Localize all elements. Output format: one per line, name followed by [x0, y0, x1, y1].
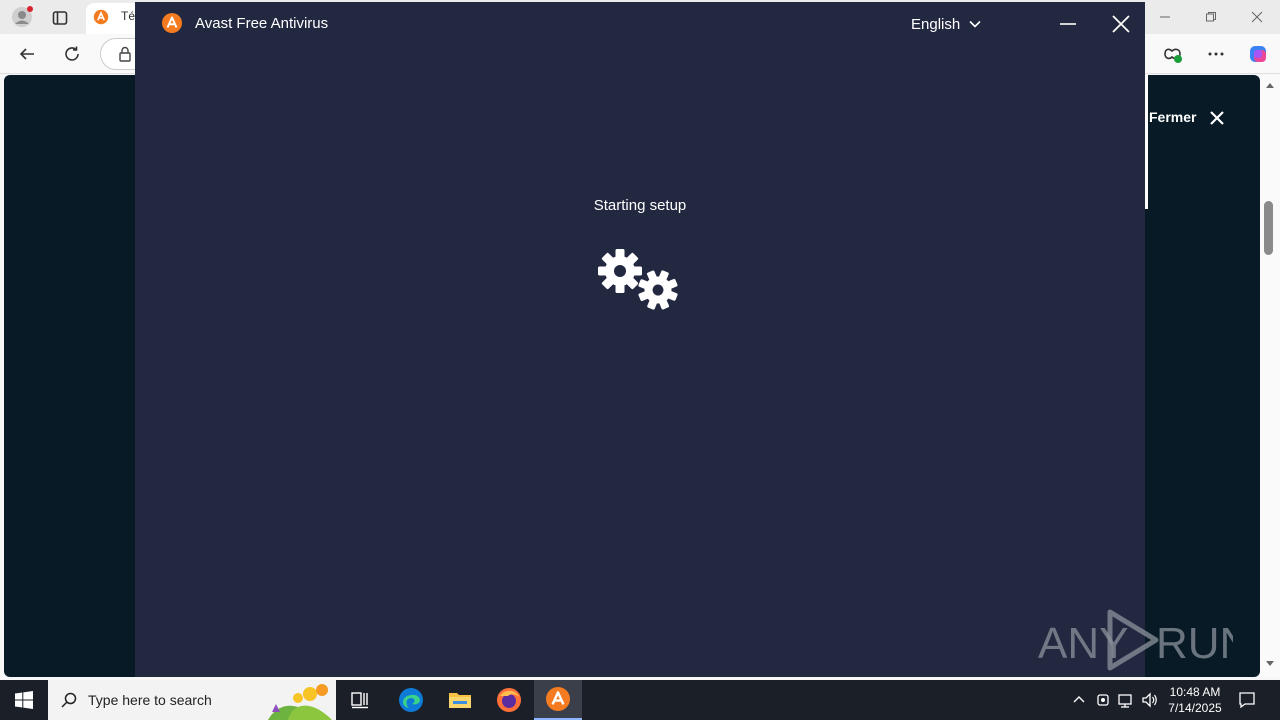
taskbar-search-placeholder: Type here to search: [88, 692, 212, 708]
browser-essentials-icon[interactable]: [1161, 43, 1185, 65]
installer-minimize-button[interactable]: [1053, 12, 1083, 36]
avast-logo-icon: [162, 13, 182, 33]
taskbar-clock[interactable]: 10:48 AM 7/14/2025: [1160, 684, 1230, 716]
edge-icon: [399, 688, 423, 712]
volume-icon[interactable]: [1141, 691, 1159, 709]
tray-chevron-up-icon[interactable]: [1070, 691, 1088, 709]
setup-status-text: Starting setup: [593, 197, 687, 214]
more-options-icon[interactable]: [1206, 45, 1226, 63]
anyrun-watermark: ANY RUN: [1038, 608, 1251, 672]
taskbar-edge-button[interactable]: [387, 680, 435, 720]
page-close-icon[interactable]: [1207, 108, 1227, 128]
chevron-down-icon[interactable]: [968, 17, 982, 31]
clock-time: 10:48 AM: [1169, 685, 1221, 699]
installer-title: Avast Free Antivirus: [195, 15, 329, 32]
firefox-icon: [497, 688, 521, 712]
notification-center-icon[interactable]: [1238, 691, 1256, 709]
windows-logo-icon: [15, 691, 33, 709]
taskbar-file-explorer-button[interactable]: [436, 680, 484, 720]
browser-restore-button[interactable]: [1188, 8, 1234, 26]
refresh-icon[interactable]: [61, 43, 83, 65]
browser-tab-title: Té: [121, 9, 136, 23]
scrollbar-thumb[interactable]: [1264, 201, 1273, 255]
watermark-text-left: ANY: [1038, 619, 1128, 668]
tab-actions-icon[interactable]: [50, 8, 70, 28]
clock-date: 7/14/2025: [1168, 701, 1222, 715]
avast-installer-window: Avast Free Antivirus English Starting se…: [135, 2, 1145, 677]
folder-icon: [449, 693, 471, 708]
profile-avatar-icon[interactable]: [10, 6, 34, 28]
gears-spinner-icon: [596, 247, 682, 311]
browser-minimize-button[interactable]: [1142, 8, 1188, 26]
taskbar-firefox-button[interactable]: [485, 680, 533, 720]
copilot-icon[interactable]: [1246, 43, 1270, 65]
avast-icon: [546, 687, 570, 711]
avast-tab-favicon-icon: [93, 9, 109, 25]
installer-close-button[interactable]: [1105, 10, 1137, 38]
task-view-icon: [351, 692, 368, 709]
search-highlight-flowers-icon: [258, 682, 336, 720]
windows-taskbar: Type here to search 10:48 AM 7/14/2025: [0, 680, 1280, 720]
language-selector[interactable]: English: [911, 16, 960, 33]
back-arrow-icon[interactable]: [16, 43, 38, 65]
start-button[interactable]: [0, 680, 48, 720]
watermark-text-right: RUN: [1156, 619, 1233, 668]
network-icon[interactable]: [1117, 691, 1135, 709]
browser-close-button[interactable]: [1234, 8, 1280, 26]
page-close-label[interactable]: Fermer: [1149, 109, 1196, 125]
lock-icon: [117, 45, 133, 63]
taskbar-search-box[interactable]: Type here to search: [48, 680, 336, 720]
tray-device-icon[interactable]: [1094, 691, 1112, 709]
taskbar-avast-button[interactable]: [534, 680, 582, 720]
search-icon: [60, 691, 78, 709]
page-scrollbar[interactable]: [1260, 75, 1280, 677]
task-view-button[interactable]: [336, 680, 384, 720]
